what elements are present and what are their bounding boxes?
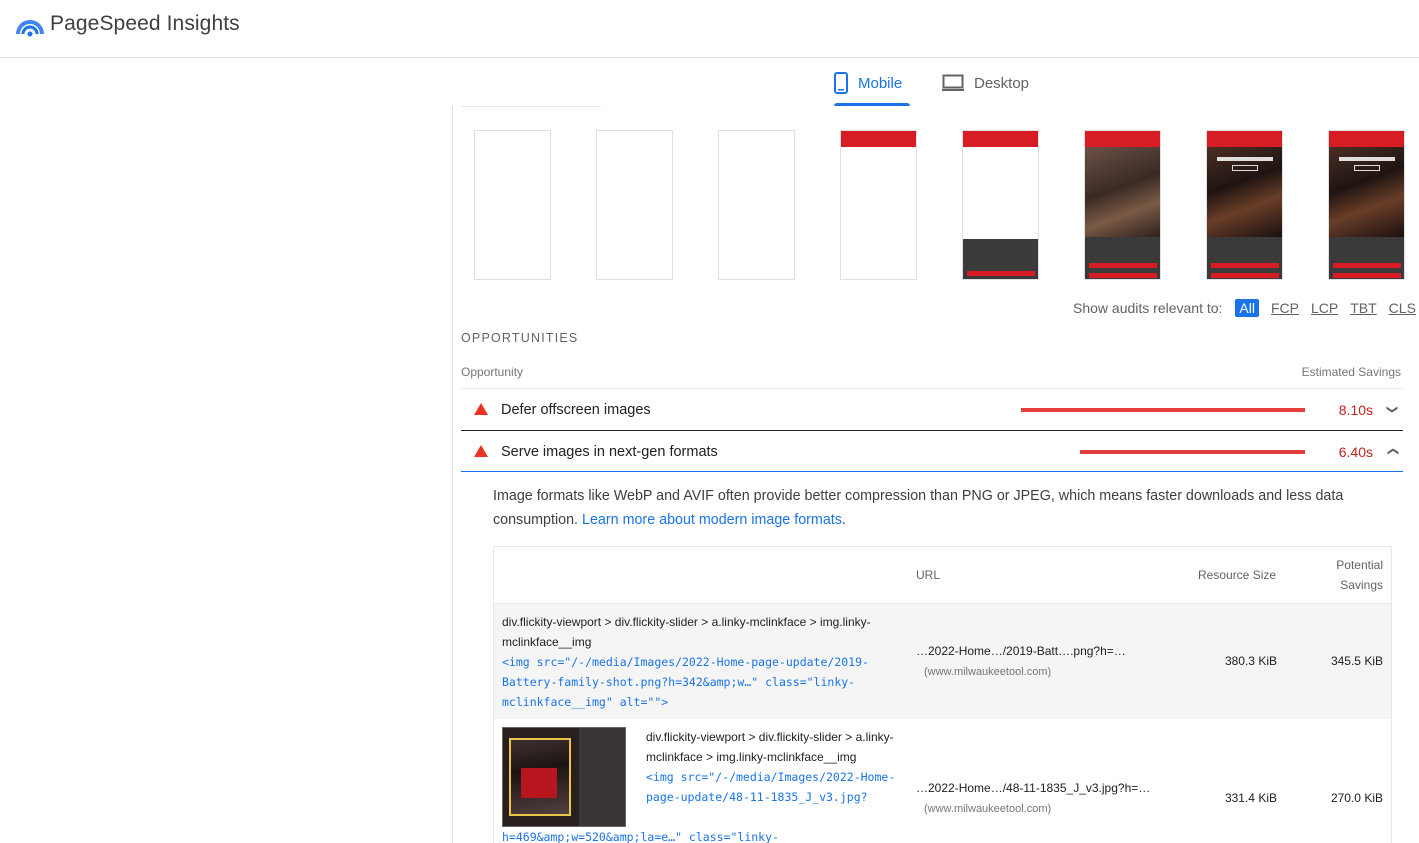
resource-url[interactable]: …2022-Home…/2019-Batt….png?h=… [916,644,1126,658]
node-code-continued: h=469&amp;w=520&amp;la=e…" class="linky- [502,830,779,843]
table-header-size: Resource Size [1198,568,1277,582]
tab-mobile-label: Mobile [858,74,903,92]
learn-more-link[interactable]: Learn more about modern image formats [582,512,842,528]
resource-size: 380.3 KiB [1224,654,1277,668]
savings-bar [1080,450,1305,454]
node-snippet: div.flickity-viewport > div.flickity-sli… [502,612,882,712]
table-header-potential-savings: Potential Savings [1336,555,1383,595]
column-header-savings: Estimated Savings [1301,365,1401,379]
node-path: div.flickity-viewport > div.flickity-sli… [646,730,894,764]
filmstrip-frame [474,130,551,280]
opportunity-row[interactable]: Serve images in next-gen formats 6.40s ❯ [461,430,1403,472]
filmstrip-frame [962,130,1039,280]
potential-savings: 345.5 KiB [1330,654,1383,668]
table-row[interactable]: div.flickity-viewport > div.flickity-sli… [494,603,1391,719]
tab-desktop[interactable]: Desktop [942,60,1042,106]
learn-more-suffix: . [841,512,846,528]
audit-filter-label: Show audits relevant to: [1073,300,1223,316]
image-thumbnail [502,727,626,827]
filter-tbt[interactable]: TBT [1350,300,1376,316]
filter-cls[interactable]: CLS [1389,300,1416,316]
resource-size: 331.4 KiB [1224,791,1277,805]
opportunity-row[interactable]: Defer offscreen images 8.10s ❯ [461,388,1403,430]
filter-all[interactable]: All [1235,299,1259,317]
mobile-phone-icon [834,72,848,94]
resource-host: (www.milwaukeetool.com) [924,666,1052,678]
savings-bar [1021,408,1305,412]
potential-savings: 270.0 KiB [1330,791,1383,805]
filmstrip-frame [1084,130,1161,280]
desktop-monitor-icon [942,74,964,91]
chevron-down-icon[interactable]: ❯ [1386,405,1399,414]
audit-filter: Show audits relevant to: All FCP LCP TBT… [1073,299,1416,317]
opportunity-title: Serve images in next-gen formats [501,444,718,460]
node-code: <img src="/-/media/Images/2022-Home-page… [502,655,869,709]
tab-mobile[interactable]: Mobile [834,60,910,106]
fail-triangle-icon [474,445,488,457]
details-table: URL Resource Size Potential Savings div.… [493,546,1392,843]
pagespeed-logo-icon[interactable] [16,14,44,38]
filmstrip-frame [840,130,917,280]
resource-url[interactable]: …2022-Home…/48-11-1835_J_v3.jpg?h=… [916,781,1150,795]
savings-value: 8.10s [1338,402,1373,418]
opportunity-title: Defer offscreen images [501,402,651,418]
filmstrip-frame [596,130,673,280]
filmstrip-frame [1328,130,1405,280]
chevron-up-icon[interactable]: ❯ [1386,447,1399,456]
section-title: OPPORTUNITIES [461,331,579,345]
filter-lcp[interactable]: LCP [1311,300,1338,316]
fail-triangle-icon [474,403,488,415]
table-header-potential-line2: Savings [1340,578,1383,592]
table-row[interactable]: div.flickity-viewport > div.flickity-sli… [494,719,1391,843]
node-path: div.flickity-viewport > div.flickity-sli… [502,615,871,649]
table-header-potential-line1: Potential [1336,558,1383,572]
column-header-opportunity: Opportunity [461,365,524,379]
filter-fcp[interactable]: FCP [1271,300,1299,316]
table-header-url: URL [916,568,941,582]
divider [461,106,601,107]
report-panel: Show audits relevant to: All FCP LCP TBT… [452,106,1419,843]
top-bar: PageSpeed Insights [0,0,1419,58]
app-title[interactable]: PageSpeed Insights [50,12,240,36]
audit-description: Image formats like WebP and AVIF often p… [493,484,1373,532]
node-code: <img src="/-/media/Images/2022-Home-page… [646,770,896,804]
resource-host: (www.milwaukeetool.com) [924,803,1052,815]
savings-value: 6.40s [1338,444,1373,460]
filmstrip-frame [718,130,795,280]
filmstrip-frame [1206,130,1283,280]
tab-desktop-label: Desktop [974,74,1030,92]
